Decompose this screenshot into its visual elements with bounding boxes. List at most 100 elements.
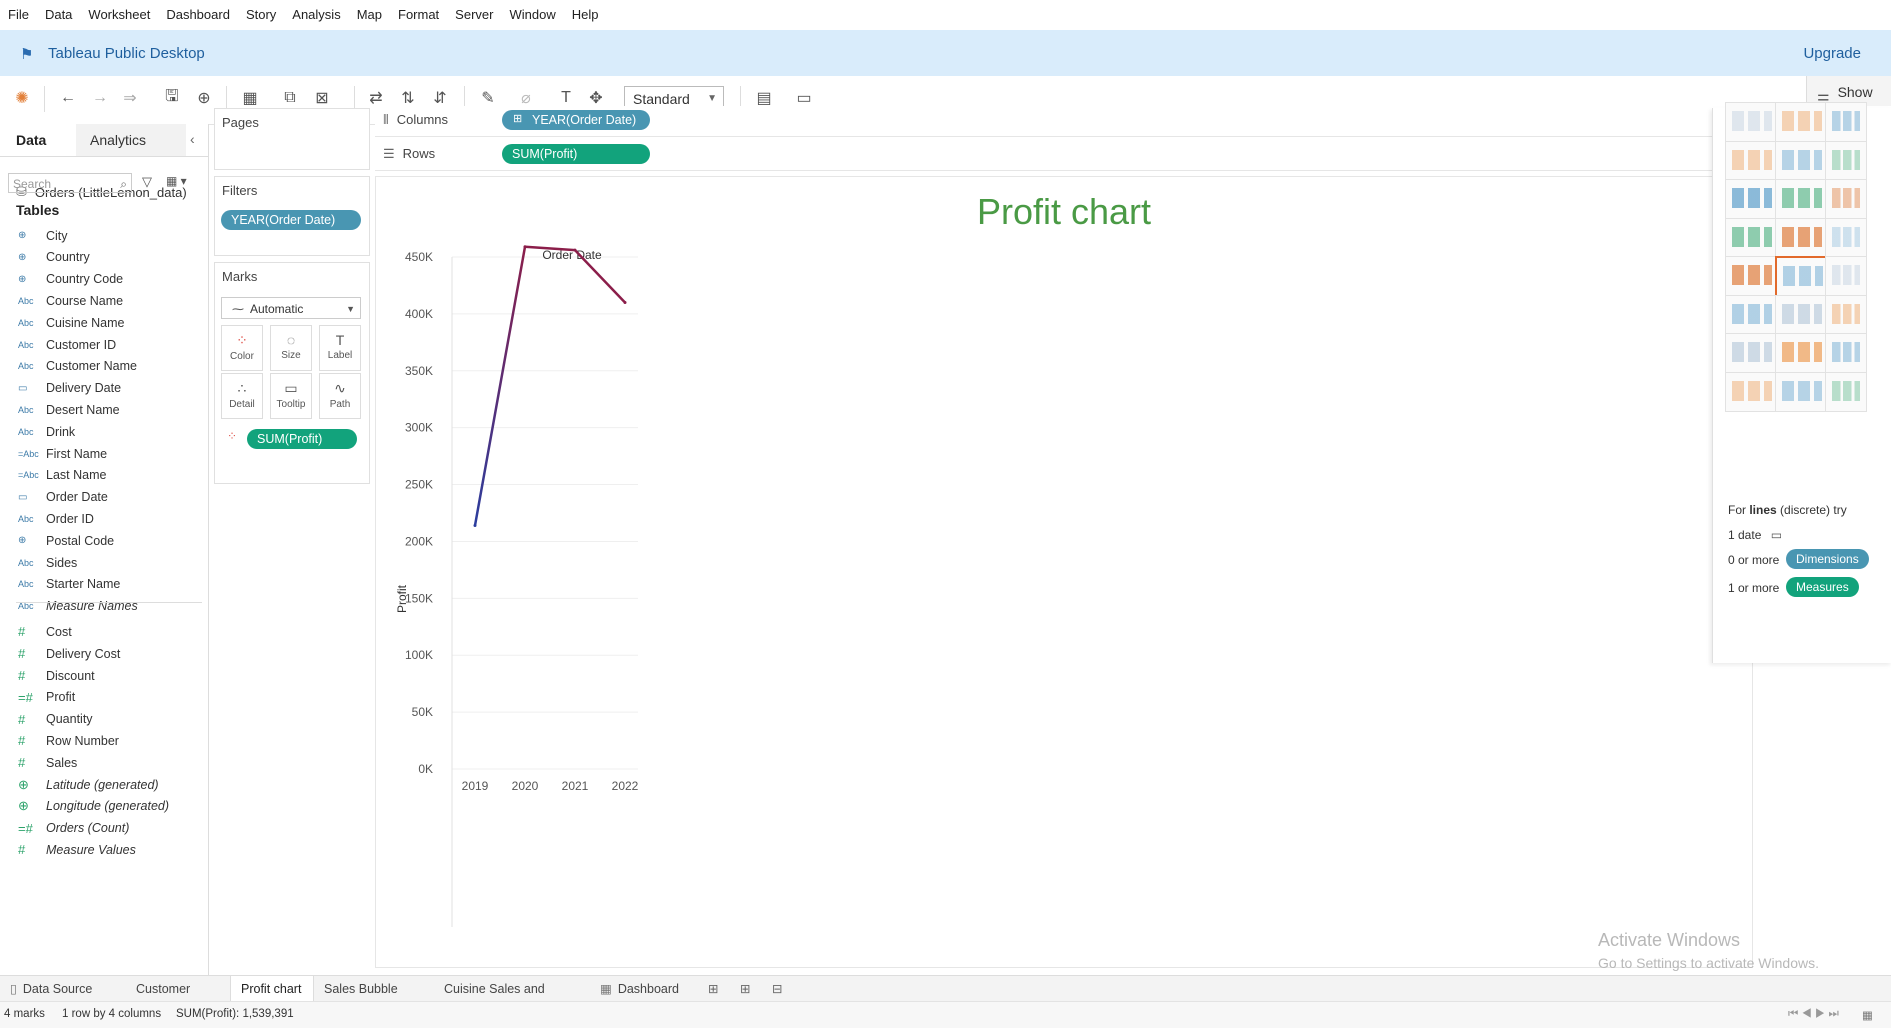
field-postal-code[interactable]: ⊕ Postal Code: [0, 530, 208, 551]
chart-type-thumbnail[interactable]: [1725, 294, 1779, 335]
color-button[interactable]: ⁘ Color: [221, 325, 263, 371]
field-order-id[interactable]: Abc Order ID: [0, 508, 208, 529]
field-customer-id[interactable]: Abc Customer ID: [0, 334, 208, 355]
label-button[interactable]: T Label: [319, 325, 361, 371]
clear-sheet-icon[interactable]: ⊠: [310, 86, 334, 110]
menu-story[interactable]: Story: [238, 0, 284, 30]
data-point[interactable]: [623, 301, 627, 305]
path-button[interactable]: ∿ Path: [319, 373, 361, 419]
chart-type-thumbnail[interactable]: [1825, 294, 1867, 335]
chart-type-thumbnail[interactable]: [1775, 102, 1829, 142]
field-row-number[interactable]: # Row Number: [0, 730, 208, 751]
chart-type-thumbnail[interactable]: [1775, 217, 1829, 258]
menu-dashboard[interactable]: Dashboard: [158, 0, 238, 30]
field-sides[interactable]: Abc Sides: [0, 552, 208, 573]
rows-shelf[interactable]: ☰ Rows SUM(Profit): [375, 140, 1891, 171]
chart-type-thumbnail[interactable]: [1775, 256, 1831, 298]
line-segment[interactable]: [473, 245, 527, 527]
data-point[interactable]: [573, 248, 577, 252]
new-worksheet-tab-icon[interactable]: ⊞: [698, 976, 728, 1002]
chart-type-thumbnail[interactable]: [1825, 256, 1867, 296]
field-desert-name[interactable]: Abc Desert Name: [0, 399, 208, 420]
chart-type-thumbnail[interactable]: [1775, 294, 1829, 335]
menu-format[interactable]: Format: [390, 0, 447, 30]
field-measure-names[interactable]: Abc Measure Names: [0, 596, 208, 617]
menu-data[interactable]: Data: [37, 0, 80, 30]
tab-customer-sales[interactable]: Customer Sales: [126, 976, 230, 1022]
field-latitude-generated[interactable]: ⊕ Latitude (generated): [0, 774, 208, 795]
size-button[interactable]: ◌ Size: [270, 325, 312, 371]
tooltip-button[interactable]: ▭ Tooltip: [270, 373, 312, 419]
field-delivery-date[interactable]: ▭ Delivery Date: [0, 378, 208, 399]
columns-shelf[interactable]: ⦀ Columns YEAR(Order Date) ⊞: [375, 106, 1891, 137]
tab-data-source[interactable]: ▯ Data Source: [0, 976, 126, 1002]
field-profit[interactable]: =# Profit: [0, 687, 208, 708]
chart-type-thumbnail[interactable]: [1725, 256, 1779, 296]
menu-server[interactable]: Server: [447, 0, 501, 30]
field-longitude-generated[interactable]: ⊕ Longitude (generated): [0, 796, 208, 817]
columns-pill-year-order-date[interactable]: YEAR(Order Date): [502, 110, 650, 130]
chart-type-thumbnail[interactable]: [1825, 333, 1867, 373]
field-course-name[interactable]: Abc Course Name: [0, 290, 208, 311]
tableau-home-icon[interactable]: ✺: [10, 86, 34, 110]
field-discount[interactable]: # Discount: [0, 665, 208, 686]
duplicate-sheet-icon[interactable]: ⧉: [278, 86, 302, 110]
field-orders-count[interactable]: =# Orders (Count): [0, 818, 208, 839]
chart-type-thumbnail[interactable]: [1825, 140, 1867, 181]
chart-type-thumbnail[interactable]: [1725, 102, 1779, 142]
replay-icon[interactable]: ⇒: [118, 86, 142, 110]
menu-file[interactable]: File: [0, 0, 37, 30]
field-city[interactable]: ⊕ City: [0, 225, 208, 246]
field-last-name[interactable]: =Abc Last Name: [0, 465, 208, 486]
rows-pill-sum-profit[interactable]: SUM(Profit): [502, 144, 650, 164]
redo-icon[interactable]: →: [88, 86, 112, 110]
pages-card[interactable]: Pages: [214, 108, 370, 170]
data-point[interactable]: [523, 245, 527, 249]
tab-dashboard-1[interactable]: ▦Dashboard 1: [590, 976, 694, 1022]
field-drink[interactable]: Abc Drink: [0, 421, 208, 442]
menu-worksheet[interactable]: Worksheet: [80, 0, 158, 30]
field-starter-name[interactable]: Abc Starter Name: [0, 574, 208, 595]
field-sales[interactable]: # Sales: [0, 752, 208, 773]
sheet-sorter-icon[interactable]: ▦: [1862, 1008, 1873, 1022]
undo-icon[interactable]: ←: [56, 86, 80, 110]
menu-map[interactable]: Map: [349, 0, 390, 30]
chart-type-thumbnail[interactable]: [1725, 140, 1779, 181]
field-quantity[interactable]: # Quantity: [0, 709, 208, 730]
tab-profit-chart[interactable]: Profit chart: [230, 976, 314, 1002]
field-order-date[interactable]: ▭ Order Date: [0, 487, 208, 508]
search-field[interactable]: Search ⌕: [8, 173, 132, 193]
chart-type-thumbnail[interactable]: [1825, 217, 1867, 258]
filters-card[interactable]: Filters YEAR(Order Date): [214, 176, 370, 256]
field-cuisine-name[interactable]: Abc Cuisine Name: [0, 312, 208, 333]
chart-type-thumbnail[interactable]: [1825, 102, 1867, 142]
view-options-icon[interactable]: ▦ ▾: [166, 174, 187, 188]
filter-icon[interactable]: ▽: [142, 174, 152, 190]
chart-type-thumbnail[interactable]: [1825, 371, 1867, 412]
chart-type-thumbnail[interactable]: [1725, 371, 1779, 412]
new-story-tab-icon[interactable]: ⊟: [762, 976, 792, 1002]
chart-type-thumbnail[interactable]: [1775, 333, 1829, 373]
field-delivery-cost[interactable]: # Delivery Cost: [0, 643, 208, 664]
new-datasource-icon[interactable]: ⊕: [192, 86, 216, 110]
chart-type-thumbnail[interactable]: [1725, 217, 1779, 258]
filter-pill-year-order-date[interactable]: YEAR(Order Date): [221, 210, 361, 230]
chart-type-thumbnail[interactable]: [1825, 179, 1867, 219]
collapse-pane-icon[interactable]: ‹: [190, 131, 195, 147]
field-country-code[interactable]: ⊕ Country Code: [0, 269, 208, 290]
new-dashboard-tab-icon[interactable]: ⊞: [730, 976, 760, 1002]
new-worksheet-icon[interactable]: ▦: [238, 86, 262, 110]
save-icon[interactable]: 🖫: [160, 86, 184, 110]
sheet-nav-icons[interactable]: ⏮ ◀ ▶ ⏭: [1788, 1008, 1839, 1021]
field-country[interactable]: ⊕ Country: [0, 247, 208, 268]
expand-date-icon[interactable]: ⊞: [513, 112, 522, 125]
chart-type-thumbnail[interactable]: [1725, 333, 1779, 373]
mark-type-select[interactable]: ⁓ Automatic ▼: [221, 297, 361, 319]
menu-help[interactable]: Help: [564, 0, 607, 30]
data-point[interactable]: [473, 524, 477, 528]
field-first-name[interactable]: =Abc First Name: [0, 443, 208, 464]
chart-type-thumbnail[interactable]: [1725, 179, 1779, 219]
menu-analysis[interactable]: Analysis: [284, 0, 348, 30]
upgrade-link[interactable]: Upgrade: [1803, 45, 1861, 62]
marks-pill-sum-profit[interactable]: SUM(Profit): [247, 429, 357, 449]
